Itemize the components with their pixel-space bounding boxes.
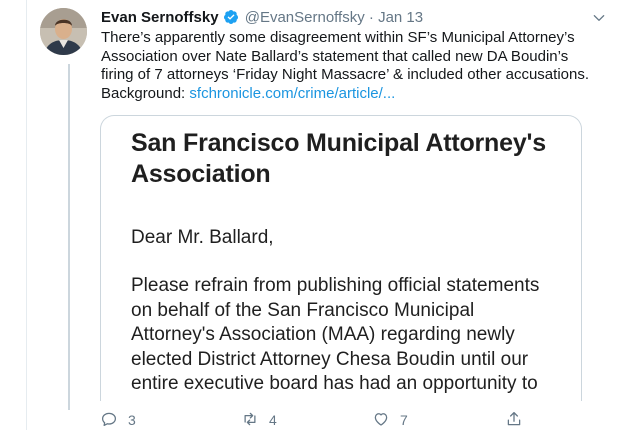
card-title: San Francisco Municipal Attorney's Assoc… xyxy=(131,129,546,188)
tweet-text-line: Association over Nate Ballard’s statemen… xyxy=(101,47,569,65)
action-bar: 3 4 7 xyxy=(100,410,600,430)
like-button[interactable]: 7 xyxy=(372,410,408,430)
tweet[interactable]: Evan Sernoffsky @EvanSernoffsky · Jan 13… xyxy=(0,0,629,430)
handle[interactable]: @EvanSernoffsky xyxy=(245,9,365,26)
tweet-text: There’s apparently some disagreement wit… xyxy=(101,29,621,103)
timeline-border xyxy=(26,0,27,430)
reply-button[interactable]: 3 xyxy=(100,410,136,430)
card-body-line: on behalf of the San Francisco Municipal xyxy=(131,299,475,321)
share-button[interactable] xyxy=(505,410,523,430)
card-greeting: Dear Mr. Ballard, xyxy=(131,227,274,248)
verified-badge-icon xyxy=(223,9,239,25)
share-icon xyxy=(505,410,523,431)
reply-icon xyxy=(100,410,118,431)
avatar-image xyxy=(40,8,87,55)
like-count: 7 xyxy=(400,412,408,428)
card-body-line: Please refrain from publishing official … xyxy=(131,275,540,296)
card-body-line: elected District Attorney Chesa Boudin u… xyxy=(131,348,529,370)
tweet-text-line: There’s apparently some disagreement wit… xyxy=(101,29,575,46)
separator: · xyxy=(368,9,374,26)
chevron-down-icon[interactable] xyxy=(591,10,607,26)
background-label: Background: xyxy=(101,84,186,102)
card-body: Please refrain from publishing official … xyxy=(131,274,571,397)
thread-line xyxy=(68,64,70,410)
like-icon xyxy=(372,410,390,431)
retweet-count: 4 xyxy=(269,412,277,428)
article-link[interactable]: sfchronicle.com/crime/article/... xyxy=(189,85,395,102)
card-body-line: Attorney's Association (MAA) regarding n… xyxy=(131,324,515,345)
tweet-text-line: Background: sfchronicle.com/crime/articl… xyxy=(101,85,621,104)
retweet-icon xyxy=(241,410,259,431)
tweet-header: Evan Sernoffsky @EvanSernoffsky · Jan 13 xyxy=(101,8,423,28)
avatar[interactable] xyxy=(40,8,87,55)
reply-count: 3 xyxy=(128,412,136,428)
retweet-button[interactable]: 4 xyxy=(241,410,277,430)
timestamp[interactable]: Jan 13 xyxy=(378,9,423,26)
card-body-line: entire executive board has had an opport… xyxy=(131,373,538,394)
attached-image-card[interactable]: San Francisco Municipal Attorney's Assoc… xyxy=(100,115,582,401)
tweet-text-line: firing of 7 attorneys ‘Friday Night Mass… xyxy=(101,66,590,83)
display-name[interactable]: Evan Sernoffsky xyxy=(101,9,219,26)
